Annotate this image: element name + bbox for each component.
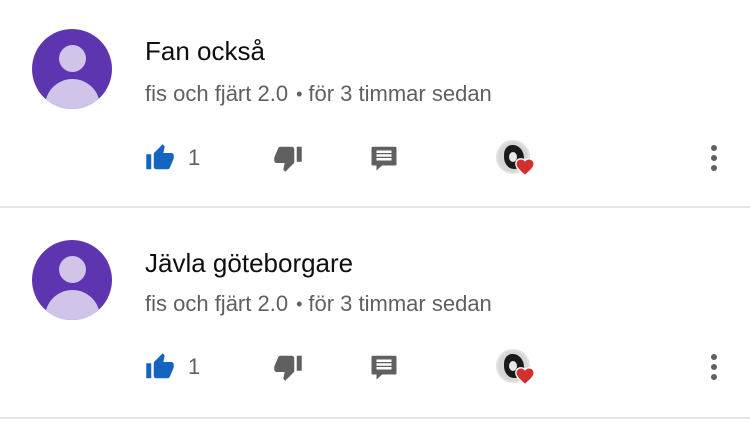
- thumbs-down-icon: [274, 355, 302, 381]
- creator-heart-badge: [494, 347, 540, 391]
- like-count: 1: [188, 145, 201, 170]
- like-button[interactable]: [140, 345, 180, 389]
- avatar-shoulders: [45, 290, 100, 320]
- comment-meta: fis och fjärt 2.0 • för 3 timmar sedan: [145, 291, 492, 317]
- comment-item: Fan också fis och fjärt 2.0 • för 3 timmar…: [0, 0, 750, 208]
- comment-text: Fan också: [145, 36, 265, 66]
- dislike-button[interactable]: [268, 136, 308, 180]
- avatar-head: [59, 256, 86, 283]
- dislike-button[interactable]: [268, 345, 308, 389]
- meta-separator: •: [296, 84, 303, 104]
- more-vert-icon: [711, 354, 717, 380]
- reply-icon: [371, 355, 397, 380]
- thumbs-up-icon: [146, 144, 174, 170]
- more-options-button[interactable]: [700, 136, 728, 180]
- timestamp: för 3 timmar sedan: [308, 81, 492, 106]
- reply-icon: [371, 146, 397, 171]
- author-name[interactable]: fis och fjärt 2.0: [145, 291, 288, 316]
- comment-list: Fan också fis och fjärt 2.0 • för 3 timmar…: [0, 0, 750, 426]
- comment-item: Jävla göteborgare fis och fjärt 2.0 • för …: [0, 208, 750, 419]
- comment-actions: 1: [0, 136, 750, 180]
- comment-meta: fis och fjärt 2.0 • för 3 timmar sedan: [145, 81, 492, 107]
- avatar-head: [59, 45, 86, 72]
- thumbs-down-icon: [274, 146, 302, 172]
- reply-button[interactable]: [364, 345, 404, 389]
- creator-heart-badge: [494, 138, 540, 182]
- avatar[interactable]: [32, 240, 112, 320]
- reply-button[interactable]: [364, 136, 404, 180]
- thumbs-up-icon: [146, 353, 174, 379]
- avatar-shoulders: [45, 79, 100, 109]
- like-button[interactable]: [140, 136, 180, 180]
- like-count: 1: [188, 354, 201, 379]
- more-options-button[interactable]: [700, 345, 728, 389]
- comment-text: Jävla göteborgare: [145, 248, 354, 278]
- more-vert-icon: [711, 145, 717, 171]
- timestamp: för 3 timmar sedan: [308, 291, 492, 316]
- comment-actions: 1: [0, 345, 750, 389]
- heart-icon: [515, 367, 535, 386]
- meta-separator: •: [296, 294, 303, 314]
- avatar[interactable]: [32, 29, 112, 109]
- heart-icon: [515, 158, 535, 177]
- author-name[interactable]: fis och fjärt 2.0: [145, 81, 288, 106]
